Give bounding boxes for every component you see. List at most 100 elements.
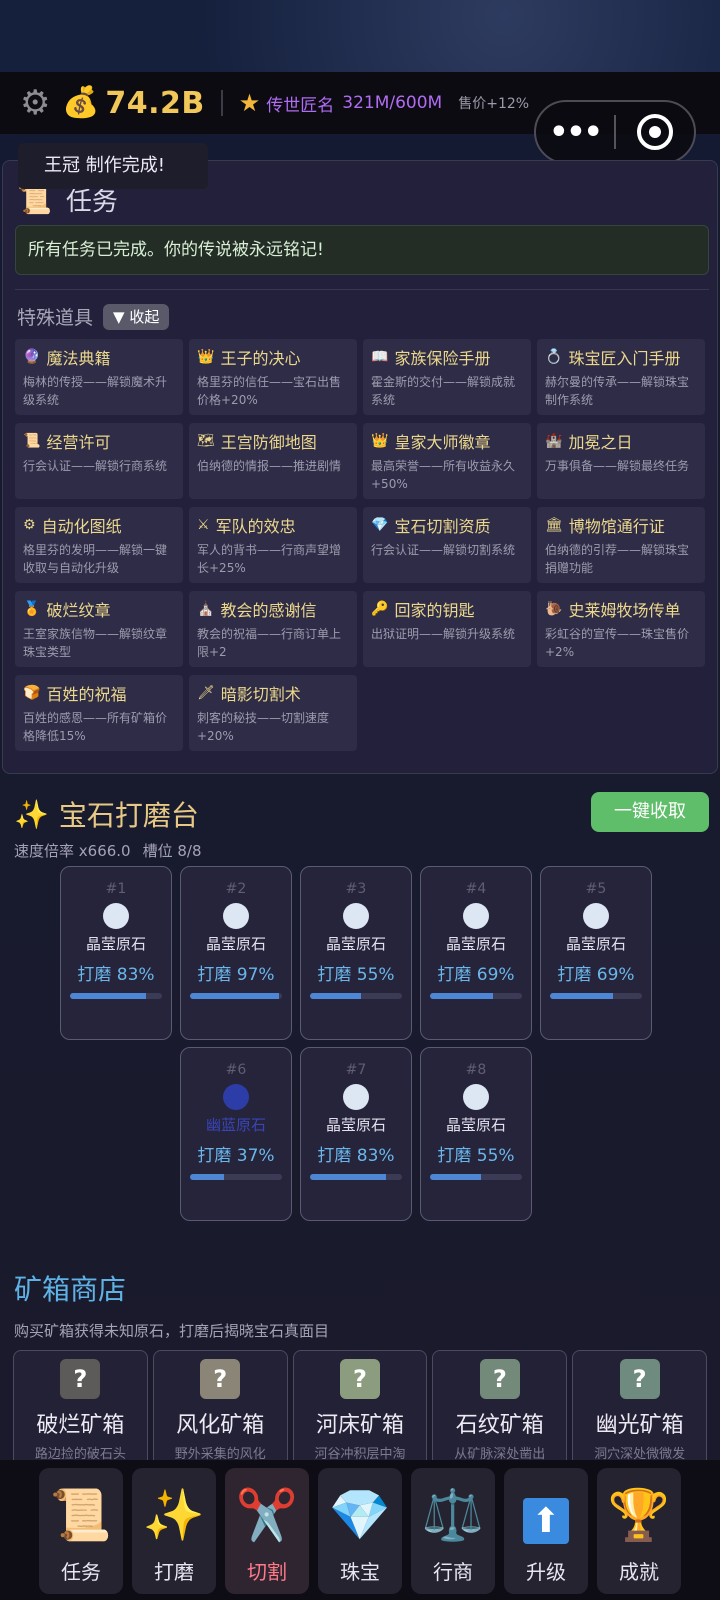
special-item-name: 🏰 加冕之日 xyxy=(545,429,697,453)
special-item[interactable]: 🔑 回家的钥匙 出狱证明——解锁升级系统 xyxy=(363,591,531,667)
gem-icon xyxy=(103,903,129,929)
special-item[interactable]: 🏛 博物馆通行证伯纳德的引荐——解锁珠宝捐赠功能 xyxy=(537,507,705,583)
nav-item-upgrade[interactable]: ⬆ 升级 xyxy=(504,1468,588,1594)
grinding-slot[interactable]: #7 晶莹原石 打磨 83% xyxy=(300,1047,412,1221)
special-item[interactable]: 💍 珠宝匠入门手册 赫尔曼的传承——解锁珠宝制作系统 xyxy=(537,339,705,415)
item-description: 伯纳德的引荐——解锁珠宝捐赠功能 xyxy=(545,543,690,575)
item-icon: ⚙ xyxy=(23,517,36,533)
shop-subtitle: 购买矿箱获得未知原石，打磨后揭晓宝石真面目 xyxy=(14,1322,330,1340)
gem-name: 晶莹原石 xyxy=(325,1116,386,1134)
item-description: 教会的祝福——行商订单上限+2 xyxy=(197,627,342,659)
gem-icon xyxy=(343,1084,369,1110)
tasks-completed-banner: 所有任务已完成。你的传说被永远铭记! xyxy=(15,225,709,275)
gear-icon[interactable]: ⚙ xyxy=(20,86,54,120)
special-item[interactable]: 🍞 百姓的祝福 百姓的感恩——所有矿箱价格降低15% xyxy=(15,675,183,751)
grinding-progress-text: 打磨 97% xyxy=(197,965,275,985)
special-items-label: 特殊道具 xyxy=(17,307,94,329)
grinding-slot[interactable]: #2 晶莹原石打磨 97% xyxy=(180,866,292,1040)
item-name: 魔法典籍 xyxy=(46,349,111,368)
item-name: 史莱姆牧场传单 xyxy=(568,601,681,620)
special-item[interactable]: 🗺 王宫防御地图 伯纳德的情报——推进剧情 xyxy=(189,423,357,499)
slot-number: #3 xyxy=(345,881,367,897)
progress-fill xyxy=(190,993,280,999)
mystery-box-icon: ? xyxy=(200,1359,241,1399)
crate-card[interactable]: ? 河床矿箱 河谷冲积层中淘 xyxy=(292,1350,428,1470)
special-item[interactable]: 📜 经营许可 行会认证——解锁行商系统 xyxy=(15,423,183,499)
item-description: 行会认证——解锁切割系统 xyxy=(371,543,516,557)
special-item[interactable]: ⚔ 军队的效忠 军人的背书——行商声望增长+25% xyxy=(189,507,357,583)
item-icon: 🏅 xyxy=(23,601,41,617)
special-item[interactable]: ⚙ 自动化图纸 格里芬的发明——解锁一键收取与自动化升级 xyxy=(15,507,183,583)
grinding-progress-text: 打磨 55% xyxy=(437,1146,515,1166)
sparkle-icon: ✨ xyxy=(14,797,49,831)
item-icon: 🐌 xyxy=(545,601,563,617)
nav-label: 打磨 xyxy=(154,1560,194,1584)
item-icon: 🍞 xyxy=(23,685,41,701)
gem-icon xyxy=(583,903,609,929)
item-icon: 💍 xyxy=(545,349,563,365)
gem-name: 晶莹原石 xyxy=(445,935,506,953)
crate-card[interactable]: ? 幽光矿箱 洞穴深处微微发 xyxy=(572,1350,707,1470)
crate-card[interactable]: ? 破烂矿箱 路边捡的破石头 xyxy=(13,1350,148,1470)
gold-amount: 74.2B xyxy=(105,85,205,121)
item-name: 博物馆通行证 xyxy=(568,517,665,536)
special-item[interactable]: 🗡 暗影切割术 刺客的秘技——切割速度+20% xyxy=(189,675,357,751)
item-name: 皇家大师徽章 xyxy=(394,433,491,452)
item-icon: 🔑 xyxy=(371,601,389,617)
special-item[interactable]: 🔮 魔法典籍 梅林的传授——解锁魔术升级系统 xyxy=(15,339,183,415)
nav-item-merchant[interactable]: ⚖️ 行商 xyxy=(411,1468,495,1594)
grinding-slot[interactable]: #4 晶莹原石 打磨 69% xyxy=(420,866,532,1040)
nav-label: 升级 xyxy=(526,1560,566,1584)
special-item[interactable]: 🏰 加冕之日万事俱备——解锁最终任务 xyxy=(537,423,705,499)
special-item[interactable]: 👑 皇家大师徽章 最高荣誉——所有收益永久+50% xyxy=(363,423,531,499)
item-description: 万事俱备——解锁最终任务 xyxy=(545,459,690,473)
item-description: 出狱证明——解锁升级系统 xyxy=(371,627,516,641)
gem-icon xyxy=(463,1084,489,1110)
nav-item-achievements[interactable]: 🏆 成就 xyxy=(597,1468,681,1594)
tasks-icon: 📜 xyxy=(49,1486,113,1544)
special-item[interactable]: 🏅 破烂纹章 王室家族信物——解锁纹章珠宝类型 xyxy=(15,591,183,667)
special-item[interactable]: ⛪ 教会的感谢信教会的祝福——行商订单上限+2 xyxy=(189,591,357,667)
item-description: 赫尔曼的传承——解锁珠宝制作系统 xyxy=(545,375,690,407)
item-icon: 🗡 xyxy=(197,685,215,701)
item-description: 行会认证——解锁行商系统 xyxy=(23,459,168,473)
item-description: 军人的背书——行商声望增长+25% xyxy=(197,543,342,575)
gem-name: 晶莹原石 xyxy=(445,1116,506,1134)
special-item[interactable]: 📖 家族保险手册 霍金斯的交付——解锁成就系统 xyxy=(363,339,531,415)
grind-icon: ✨ xyxy=(142,1486,206,1544)
item-icon: 🏛 xyxy=(545,517,563,533)
grinding-slot[interactable]: #8 晶莹原石 打磨 55% xyxy=(420,1047,532,1221)
grinding-slot[interactable]: #6 幽蓝原石 打磨 37% xyxy=(180,1047,292,1221)
nav-item-jewelry[interactable]: 💎 珠宝 xyxy=(318,1468,402,1594)
special-item[interactable]: 💎 宝石切割资质 行会认证——解锁切割系统 xyxy=(363,507,531,583)
gem-name: 晶莹原石 xyxy=(325,935,386,953)
grinding-slot[interactable]: #3 晶莹原石 打磨 55% xyxy=(300,866,412,1040)
special-item[interactable]: 🐌 史莱姆牧场传单 彩虹谷的宣传——珠宝售价+2% xyxy=(537,591,705,667)
upgrade-icon: ⬆ xyxy=(504,1482,588,1548)
slot-number: #2 xyxy=(225,881,247,897)
special-item-name: ⛪ 教会的感谢信 xyxy=(197,597,349,621)
crate-card[interactable]: ? 风化矿箱 野外采集的风化 xyxy=(152,1350,288,1470)
grinding-slot[interactable]: #1 晶莹原石 打磨 83% xyxy=(60,866,172,1040)
grinding-slot[interactable]: #5 晶莹原石 打磨 69% xyxy=(540,866,652,1040)
nav-item-tasks[interactable]: 📜 任务 xyxy=(39,1468,123,1594)
grinding-stats: 速度倍率 x666.0 槽位 8/8 xyxy=(14,840,202,861)
special-item-name: 👑 皇家大师徽章 xyxy=(371,429,523,453)
progress-bar xyxy=(70,993,162,999)
crate-card[interactable]: ? 石纹矿箱 从矿脉深处凿出 xyxy=(432,1350,568,1470)
special-item[interactable]: 👑 王子的决心 格里芬的信任——宝石出售价格+20% xyxy=(189,339,357,415)
gem-name: 晶莹原石 xyxy=(85,935,146,953)
crate-name: 石纹矿箱 xyxy=(455,1413,544,1438)
nav-label: 切割 xyxy=(247,1560,287,1584)
item-icon: 🔮 xyxy=(23,349,41,365)
item-description: 伯纳德的情报——推进剧情 xyxy=(197,459,342,473)
more-icon[interactable]: ••• xyxy=(536,115,614,150)
slot-number: #6 xyxy=(225,1062,247,1078)
nav-item-grind[interactable]: ✨ 打磨 xyxy=(132,1468,216,1594)
slot-number: #4 xyxy=(465,881,487,897)
nav-item-cut[interactable]: ✂️ 切割 xyxy=(225,1468,309,1594)
collect-all-button[interactable]: 一键收取 xyxy=(591,792,709,832)
gem-name: 晶莹原石 xyxy=(205,935,266,953)
close-miniprogram-button[interactable] xyxy=(616,114,694,150)
collapse-button[interactable]: ▼ 收起 xyxy=(103,303,170,330)
